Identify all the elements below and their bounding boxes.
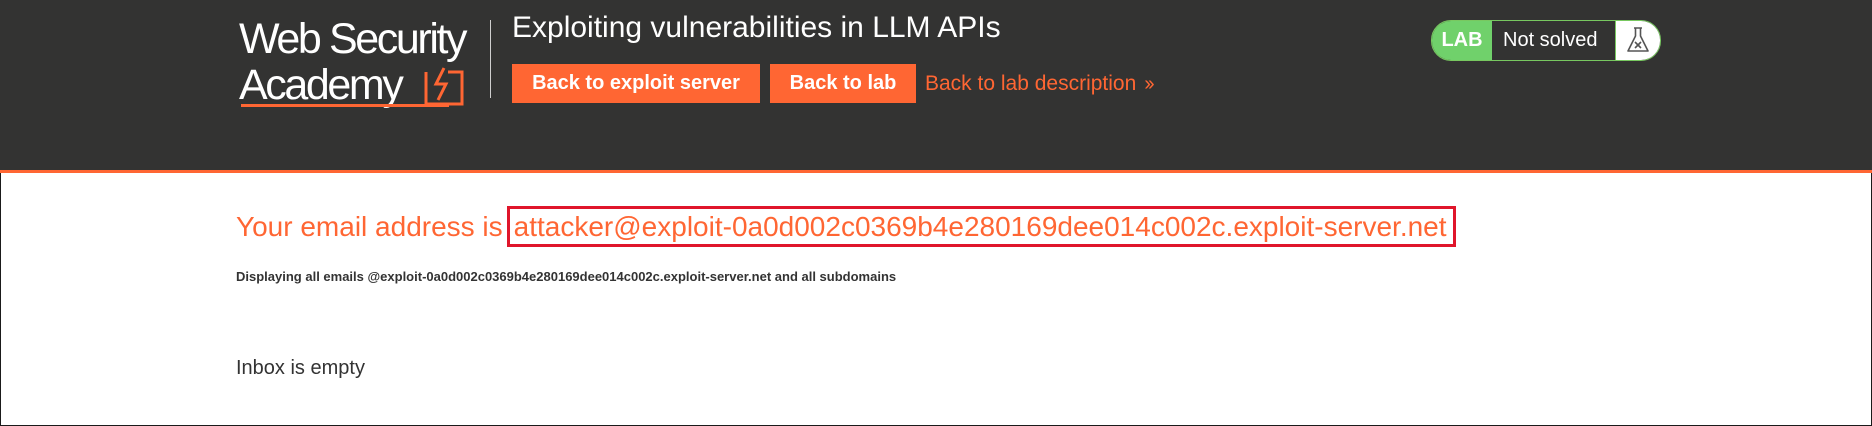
header-divider	[490, 20, 491, 98]
flask-icon	[1627, 27, 1649, 52]
email-prefix-text: Your email address is	[236, 211, 503, 242]
lab-title: Exploiting vulnerabilities in LLM APIs	[512, 11, 1001, 44]
logo-underline	[241, 104, 449, 107]
logo-line2: Academy	[239, 61, 404, 109]
back-to-lab-description-link[interactable]: Back to lab description ››	[925, 70, 1155, 98]
back-to-lab-description-label: Back to lab description	[925, 72, 1137, 95]
lab-status-text: Not solved	[1503, 29, 1598, 51]
lab-status-icon-box	[1615, 21, 1660, 60]
back-to-lab-button[interactable]: Back to lab	[770, 64, 916, 103]
lab-status-widget: LAB Not solved	[1431, 20, 1661, 61]
logo-bolt-icon	[424, 67, 464, 106]
back-to-exploit-server-button[interactable]: Back to exploit server	[512, 64, 760, 103]
header-bar: Web Security Academy Exploiting vulnerab…	[0, 0, 1872, 173]
logo-line1: Web Security	[239, 15, 468, 63]
display-emails-note: Displaying all emails @exploit-0a0d002c0…	[236, 269, 897, 284]
double-chevron-right-icon: ››	[1144, 73, 1154, 95]
web-security-academy-logo[interactable]: Web Security Academy	[239, 16, 489, 108]
inbox-status: Inbox is empty	[236, 357, 365, 379]
lab-badge: LAB	[1432, 21, 1492, 60]
email-address-value: attacker@exploit-0a0d002c0369b4e280169de…	[506, 206, 1456, 247]
email-address-line: Your email address is attacker@exploit-0a…	[236, 206, 1456, 247]
